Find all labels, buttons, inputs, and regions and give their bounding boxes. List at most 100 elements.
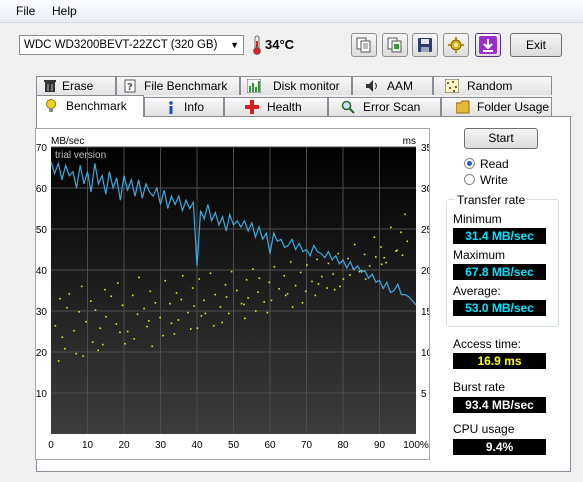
access-time-point xyxy=(164,279,167,282)
access-time-point xyxy=(209,272,212,275)
tab-file-benchmark[interactable]: ? File Benchmark xyxy=(116,76,240,95)
access-time-point xyxy=(154,302,157,304)
access-time-point xyxy=(406,240,409,243)
access-time-point xyxy=(314,294,317,297)
access-time-point xyxy=(148,320,150,322)
x-tick-label: 90 xyxy=(374,440,386,451)
menu-file[interactable]: File xyxy=(16,4,35,18)
tab-health-label: Health xyxy=(267,100,302,114)
access-time-point xyxy=(263,301,265,303)
read-radio-dot xyxy=(464,158,475,169)
x-tick-label: 50 xyxy=(228,440,240,451)
x-tick-label: 0 xyxy=(48,440,54,451)
benchmark-chart: 0 10 20 30 40 50 60 70 80 90 100% 10 20 30 40 50 60 70 5 10… xyxy=(35,128,430,460)
access-time-point xyxy=(200,315,203,317)
access-time-point xyxy=(146,325,148,328)
y-left-tick-label: 60 xyxy=(36,184,47,195)
burst-rate-label: Burst rate xyxy=(453,380,506,394)
drive-select-value: WDC WD3200BEVT-22ZCT (320 GB) xyxy=(24,39,218,51)
tab-erase[interactable]: Erase xyxy=(36,76,116,95)
access-time-point xyxy=(240,302,243,305)
y-right-unit: ms xyxy=(403,136,416,147)
x-tick-label: 80 xyxy=(337,440,349,451)
tab-error-scan[interactable]: Error Scan xyxy=(328,97,441,116)
access-time-point xyxy=(203,299,205,302)
download-icon xyxy=(479,36,497,54)
tab-benchmark[interactable]: Benchmark xyxy=(36,95,144,117)
bar-chart-icon xyxy=(247,79,261,93)
thermometer-icon xyxy=(253,35,261,55)
access-time-point xyxy=(243,303,245,306)
access-time-point xyxy=(375,256,377,258)
access-time-point xyxy=(266,311,269,314)
magnifier-icon xyxy=(341,100,355,114)
tab-info[interactable]: Info xyxy=(144,97,224,116)
access-time-point xyxy=(290,261,292,263)
access-time-point xyxy=(102,343,104,346)
menu-help[interactable]: Help xyxy=(52,4,77,18)
access-time-point xyxy=(57,360,60,362)
access-time-value: 16.9 ms xyxy=(453,353,546,369)
access-time-point xyxy=(64,347,66,350)
tab-aam[interactable]: AAM xyxy=(352,76,433,95)
access-time-point xyxy=(143,307,145,310)
access-time-point xyxy=(73,329,75,332)
access-time-point xyxy=(115,323,118,325)
access-time-point xyxy=(339,285,341,288)
tab-erase-label: Erase xyxy=(62,79,94,93)
save-button[interactable] xyxy=(412,33,438,57)
access-time-point xyxy=(390,226,392,229)
tab-disk-monitor[interactable]: Disk monitor xyxy=(240,76,352,95)
access-time-point xyxy=(245,279,248,281)
access-time-point xyxy=(169,302,171,305)
copy-text-button[interactable] xyxy=(351,33,377,57)
y-left-tick-label: 70 xyxy=(36,143,47,154)
access-time-point xyxy=(97,349,99,352)
access-time-label: Access time: xyxy=(453,337,522,351)
speaker-icon xyxy=(366,80,377,92)
y-left-tick-label: 20 xyxy=(36,348,47,359)
access-time-point xyxy=(99,327,102,330)
tab-random-access[interactable]: Random Access xyxy=(433,76,552,111)
y-right-tick-label: 15 xyxy=(421,307,429,318)
svg-text:?: ? xyxy=(127,82,133,93)
access-time-point xyxy=(124,343,126,345)
trash-icon xyxy=(44,80,56,92)
random-dots-icon xyxy=(445,79,459,93)
y-right-tick-label: 30 xyxy=(421,184,429,195)
copy-screenshot-button[interactable] xyxy=(382,33,408,57)
options-button[interactable] xyxy=(443,33,469,57)
access-time-point xyxy=(214,293,217,296)
access-time-point xyxy=(299,271,302,274)
access-time-point xyxy=(304,290,307,293)
access-time-point xyxy=(257,291,259,293)
read-radio-label: Read xyxy=(480,157,509,171)
start-button[interactable]: Start xyxy=(464,128,538,149)
y-right-tick-label: 25 xyxy=(421,225,429,236)
access-time-point xyxy=(364,278,367,280)
tab-folder-usage[interactable]: Folder Usage xyxy=(441,97,552,116)
access-time-point xyxy=(284,294,287,297)
access-time-point xyxy=(385,261,387,264)
access-time-point xyxy=(54,324,57,327)
access-time-point xyxy=(368,265,371,267)
chevron-down-icon: ▼ xyxy=(230,40,239,50)
access-time-point xyxy=(212,324,215,327)
x-tick-label: 60 xyxy=(264,440,276,451)
access-time-point xyxy=(177,319,180,321)
access-time-point xyxy=(291,306,294,308)
cpu-usage-label: CPU usage xyxy=(453,422,515,436)
tab-benchmark-label: Benchmark xyxy=(66,99,127,113)
average-label: Average: xyxy=(453,284,501,298)
access-time-point xyxy=(225,296,228,298)
exit-button[interactable]: Exit xyxy=(510,33,562,57)
copy-text-icon xyxy=(356,37,371,53)
drive-select[interactable]: WDC WD3200BEVT-22ZCT (320 GB) ▼ xyxy=(19,35,244,55)
save-icon xyxy=(418,38,432,52)
download-button[interactable] xyxy=(475,33,501,57)
tab-health[interactable]: Health xyxy=(224,97,328,116)
options-icon xyxy=(448,37,464,53)
access-time-point xyxy=(326,287,328,289)
tab-file-benchmark-label: File Benchmark xyxy=(144,79,228,93)
access-time-point xyxy=(89,300,92,302)
